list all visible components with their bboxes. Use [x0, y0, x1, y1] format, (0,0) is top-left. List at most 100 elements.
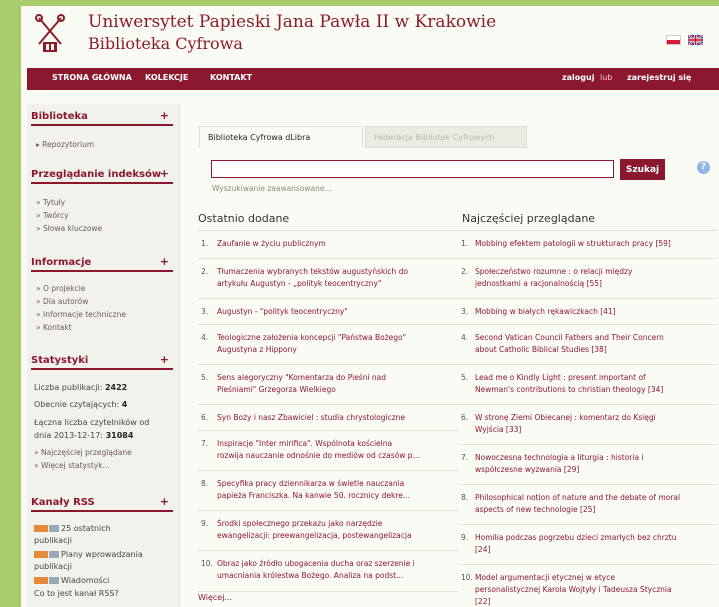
sidebar-item-about[interactable]: » O projekcie: [36, 284, 85, 293]
list-item-title[interactable]: Tłumaczenia wybranych tekstów augustyńsk…: [217, 266, 408, 290]
search-input[interactable]: [211, 160, 614, 178]
list-item-title[interactable]: Zaufanie w życiu publicznym: [217, 238, 326, 250]
nav-collections[interactable]: KOLEKCJE: [145, 73, 188, 82]
sidebar-item-technical-info[interactable]: » Informacje techniczne: [36, 310, 126, 319]
list-item[interactable]: 2. Tłumaczenia wybranych tekstów augustyń…: [198, 259, 458, 299]
library-name[interactable]: Biblioteka Cyfrowa: [88, 34, 243, 53]
list-item-title[interactable]: Mobbing w białych rękawiczkach [41]: [475, 306, 616, 318]
sidebar-item-titles[interactable]: » Tytuły: [36, 198, 65, 207]
sidebar-section-biblioteka[interactable]: Biblioteka +: [31, 109, 173, 126]
university-name[interactable]: Uniwersytet Papieski Jana Pawła II w Kra…: [88, 12, 496, 32]
list-item-title[interactable]: Syn Boży i nasz Zbawiciel : studia chrys…: [217, 412, 405, 424]
rss-feed-news[interactable]: Wiadomości: [34, 576, 109, 585]
sidebar-item-authors[interactable]: » Twórcy: [36, 211, 69, 220]
list-item-line: about Catholic Biblical Studies [38]: [475, 345, 607, 354]
search-button[interactable]: Szukaj: [620, 159, 665, 180]
papal-keys-logo-icon[interactable]: [35, 14, 65, 56]
stat-link-most-viewed[interactable]: » Najczęściej przeglądane: [34, 448, 132, 457]
list-item-line: Syn Boży i nasz Zbawiciel : studia chrys…: [217, 413, 405, 422]
rss-feed-latest-cont[interactable]: publikacji: [34, 536, 72, 545]
list-item-line: Specyfika pracy dziennikarza w świetle n…: [217, 479, 405, 488]
polish-flag-icon[interactable]: [666, 35, 681, 45]
list-item-title[interactable]: Sens alegoryczny "Komentarza do Pieśni n…: [217, 372, 386, 396]
list-item[interactable]: 1. Mobbing efektem patologii w strukturac…: [458, 231, 718, 259]
list-item-number: 10.: [201, 559, 213, 568]
sidebar-section-indexes[interactable]: Przeglądanie indeksów +: [31, 167, 173, 184]
list-item[interactable]: 3. Augustyn - "polityk teocentryczny": [198, 299, 458, 325]
sidebar-item-keywords[interactable]: » Słowa kluczowe: [36, 224, 102, 233]
list-item[interactable]: 8. Specyfika pracy dziennikarza w świetle…: [198, 471, 458, 511]
list-item-title[interactable]: Lead me o Kindly Light : present importa…: [475, 372, 663, 396]
list-item-line: Newman's contributions to christian theo…: [475, 385, 664, 394]
list-item-number: 7.: [201, 439, 209, 448]
rss-feed-plans-cont[interactable]: publikacji: [34, 562, 72, 571]
list-item-title[interactable]: Nowoczesna technologia a liturgia : hist…: [475, 452, 644, 476]
english-flag-icon[interactable]: [688, 35, 703, 45]
tab-fbc[interactable]: Federacja Bibliotek Cyfrowych: [365, 126, 527, 148]
advanced-search-link[interactable]: Wyszukiwanie zaawansowane...: [212, 184, 332, 193]
list-item-title[interactable]: Społeczeństwo rozumne : o relacji między…: [475, 266, 632, 290]
expand-toggle-icon[interactable]: +: [160, 255, 169, 268]
sidebar-section-information[interactable]: Informacje +: [31, 255, 173, 272]
list-item[interactable]: 9. Homilia podczas pogrzebu dzieci zmarły…: [458, 525, 718, 565]
list-item[interactable]: 4. Teologiczne założenia koncepcji "Państ…: [198, 325, 458, 365]
list-item[interactable]: 8. Philosophical notion of nature and the…: [458, 485, 718, 525]
expand-toggle-icon[interactable]: +: [160, 109, 169, 122]
list-item-title[interactable]: W stronę Ziemi Obiecanej : komentarz do …: [475, 412, 656, 436]
sidebar-item-repository[interactable]: ▸ Repozytorium: [36, 140, 94, 149]
list-item[interactable]: 2. Społeczeństwo rozumne : o relacji międ…: [458, 259, 718, 299]
list-item-line: [24]: [475, 545, 491, 554]
list-item[interactable]: 7. Inspiracje "Inter mirifica". Wspólnota…: [198, 431, 458, 471]
tab-dlibra[interactable]: Biblioteka Cyfrowa dLibra: [199, 126, 363, 148]
sidebar: Biblioteka + ▸ Repozytorium Przeglądanie…: [27, 104, 180, 607]
list-item-line: rozwija nauczanie odnośnie do mediów od …: [217, 451, 420, 460]
list-item[interactable]: 10. Model argumentacji etycznej w etyce pe…: [458, 565, 718, 607]
list-item-title[interactable]: Teologiczne założenia koncepcji "Państwa…: [217, 332, 406, 356]
expand-toggle-icon[interactable]: +: [160, 167, 169, 180]
list-item[interactable]: 7. Nowoczesna technologia a liturgia : hi…: [458, 445, 718, 485]
list-item[interactable]: 6. Syn Boży i nasz Zbawiciel : studia chr…: [198, 405, 458, 431]
list-item-title[interactable]: Homilia podczas pogrzebu dzieci zmarłych…: [475, 532, 677, 556]
list-item-title[interactable]: Specyfika pracy dziennikarza w świetle n…: [217, 478, 410, 502]
list-item-title[interactable]: Środki społecznego przekazu jako narzędz…: [217, 518, 412, 542]
list-item-title[interactable]: Augustyn - "polityk teocentryczny": [217, 306, 348, 318]
sidebar-section-rss[interactable]: Kanały RSS +: [31, 495, 173, 512]
list-item[interactable]: 5. Sens alegoryczny "Komentarza do Pieśni…: [198, 365, 458, 405]
list-item-line: Pieśniami" Grzegorza Wielkiego: [217, 385, 336, 394]
list-item-title[interactable]: Obraz jako źródło ubogacenia ducha oraz …: [217, 558, 415, 582]
list-item-title[interactable]: Philosophical notion of nature and the d…: [475, 492, 680, 516]
rss-what-link[interactable]: Co to jest kanał RSS?: [34, 589, 119, 598]
help-icon[interactable]: ?: [697, 161, 710, 174]
more-recent-link[interactable]: Więcej...: [198, 593, 232, 602]
expand-toggle-icon[interactable]: +: [160, 495, 169, 508]
nav-contact[interactable]: KONTAKT: [210, 73, 252, 82]
list-item-line: ewangelizacji: preewangelizacja, postewa…: [217, 531, 412, 540]
nav-home[interactable]: STRONA GŁÓWNA: [52, 73, 132, 82]
login-link[interactable]: zaloguj: [562, 73, 594, 82]
rss-feed-latest[interactable]: 25 ostatnich: [34, 524, 111, 533]
list-item[interactable]: 6. W stronę Ziemi Obiecanej : komentarz d…: [458, 405, 718, 445]
list-item-title[interactable]: Inspiracje "Inter mirifica". Wspólnota k…: [217, 438, 420, 462]
list-item[interactable]: 9. Środki społecznego przekazu jako narzę…: [198, 511, 458, 551]
list-item[interactable]: 1. Zaufanie w życiu publicznym: [198, 231, 458, 259]
sidebar-section-statistics[interactable]: Statystyki +: [31, 353, 173, 370]
sidebar-item-contact[interactable]: » Kontakt: [36, 323, 72, 332]
list-item-title[interactable]: Model argumentacji etycznej w etyce perso…: [475, 572, 672, 607]
list-item-line: współczesne wyzwania [29]: [475, 465, 580, 474]
expand-toggle-icon[interactable]: +: [160, 353, 169, 366]
list-item-title[interactable]: Second Vatican Council Fathers and Their…: [475, 332, 664, 356]
list-item-line: Tłumaczenia wybranych tekstów augustyńsk…: [217, 267, 409, 276]
list-item[interactable]: 5. Lead me o Kindly Light : present impor…: [458, 365, 718, 405]
rss-feed-plans[interactable]: Plany wprowadzania: [34, 550, 143, 559]
list-item[interactable]: 3. Mobbing w białych rękawiczkach [41]: [458, 299, 718, 325]
sidebar-item-for-authors[interactable]: » Dla autorów: [36, 297, 88, 306]
list-item[interactable]: 4. Second Vatican Council Fathers and The…: [458, 325, 718, 365]
list-item-title[interactable]: Mobbing efektem patologii w strukturach …: [475, 238, 671, 250]
list-item[interactable]: 10. Obraz jako źródło ubogacenia ducha or…: [198, 551, 458, 592]
stat-publications: Liczba publikacji: 2422: [34, 383, 128, 392]
stat-link-more[interactable]: » Więcej statystyk...: [34, 461, 110, 470]
header: Uniwersytet Papieski Jana Pawła II w Kra…: [21, 6, 719, 66]
register-link[interactable]: zarejestruj się: [627, 73, 691, 82]
sidebar-section-title: Kanały RSS: [31, 497, 95, 508]
sidebar-section-title: Biblioteka: [31, 111, 88, 122]
